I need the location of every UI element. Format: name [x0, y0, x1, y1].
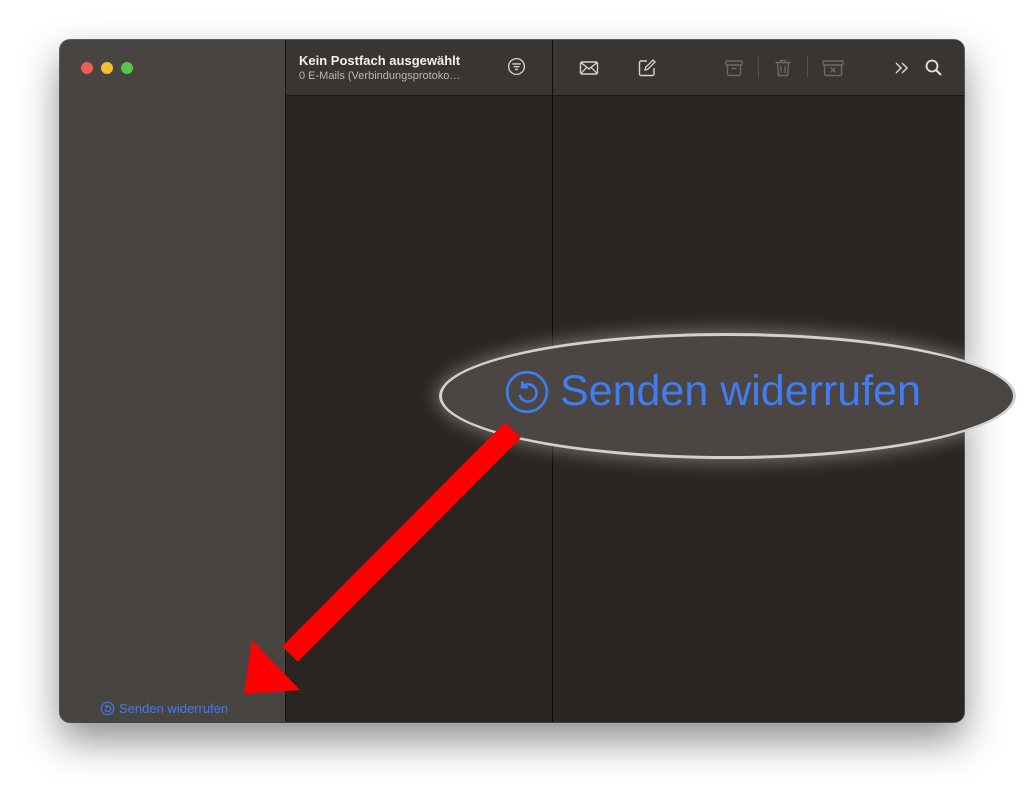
archive-icon: [725, 60, 743, 77]
more-icon: [895, 62, 909, 74]
zoom-callout: Senden widerrufen: [442, 336, 1013, 456]
undo-send-icon: [100, 701, 115, 716]
close-window-button[interactable]: [81, 62, 93, 74]
toolbar: [553, 40, 964, 96]
undo-send-icon: [505, 370, 549, 413]
callout-label: Senden widerrufen: [560, 367, 921, 415]
filter-button[interactable]: [507, 57, 526, 76]
undo-send-button[interactable]: Senden widerrufen: [100, 701, 228, 716]
message-list-header: Kein Postfach ausgewählt 0 E-Mails (Verb…: [286, 40, 552, 96]
archive-button[interactable]: [723, 57, 745, 79]
window-controls: [81, 62, 133, 74]
mailbox-title: Kein Postfach ausgewählt: [299, 53, 461, 68]
minimize-window-button[interactable]: [101, 62, 113, 74]
search-icon: [925, 59, 942, 76]
undo-send-label: Senden widerrufen: [119, 701, 229, 716]
envelope-icon: [579, 61, 599, 75]
toolbar-separator: [758, 56, 759, 78]
search-button[interactable]: [923, 57, 945, 79]
junk-button[interactable]: [820, 57, 846, 79]
filter-icon: [507, 57, 526, 76]
callout-undo-send: Senden widerrufen: [504, 367, 921, 416]
more-toolbar-items-button[interactable]: [891, 57, 913, 79]
sidebar: Senden widerrufen: [60, 40, 286, 722]
maximize-window-button[interactable]: [121, 62, 133, 74]
delete-button[interactable]: [772, 57, 794, 79]
compose-icon: [638, 59, 656, 77]
trash-icon: [775, 59, 791, 77]
toolbar-separator: [807, 56, 808, 78]
junk-icon: [822, 60, 844, 77]
mailbox-subtitle: 0 E-Mails (Verbindungsprotoko…: [299, 70, 461, 82]
compose-button[interactable]: [636, 57, 658, 79]
get-mail-button[interactable]: [578, 57, 600, 79]
